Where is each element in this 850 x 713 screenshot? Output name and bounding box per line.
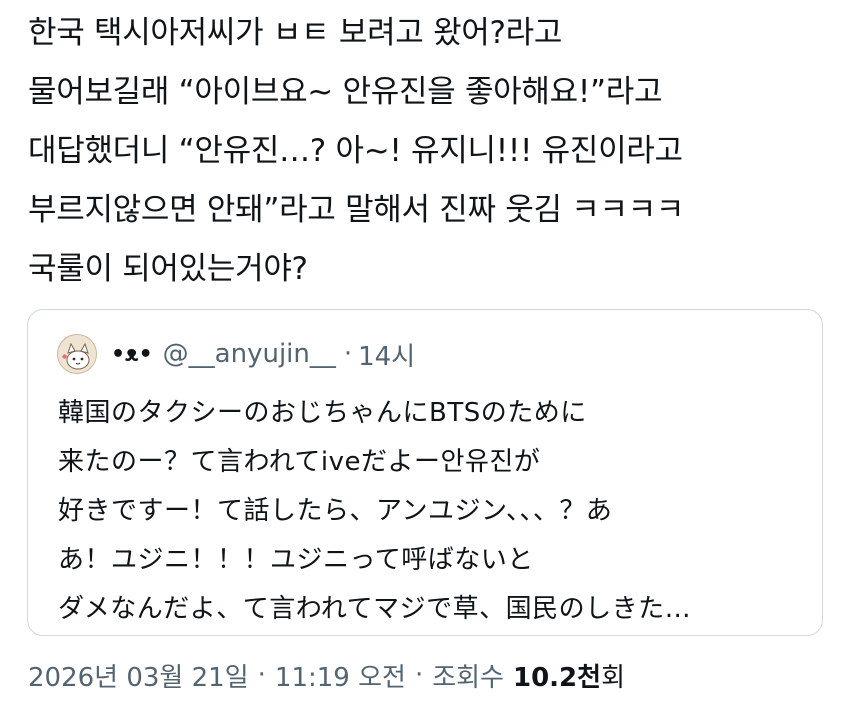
views-unit: 회 [601, 662, 625, 693]
quoted-text-line: あ！ユジニ！！！ユジニって呼ばないと [58, 545, 534, 575]
avatar-image [58, 335, 96, 373]
quoted-text-line: 韓国のタクシーのおじちゃんにBTSのために [58, 398, 587, 428]
tweet-text-line: 한국 택시아저씨가 ㅂㅌ 보려고 왔어?라고 [28, 15, 563, 51]
views-count: 10.2천 [512, 662, 602, 693]
meta-separator: · [414, 660, 424, 690]
quoted-timestamp[interactable]: 14시 [358, 336, 415, 373]
avatar[interactable] [57, 334, 97, 374]
tweet-time[interactable]: 11:19 오전 [275, 657, 406, 694]
tweet-text-line: 부르지않으면 안돼”라고 말해서 진짜 웃김 ㅋㅋㅋㅋ [28, 192, 685, 228]
meta-separator: · [257, 660, 266, 690]
tweet-text: 한국 택시아저씨가 ㅂㅌ 보려고 왔어?라고 물어보길래 “아이브요~ 안유진을… [28, 4, 828, 299]
quoted-tweet-text: 韓国のタクシーのおじちゃんにBTSのために 来たのー？て言われてiveだよー안유… [58, 389, 808, 634]
tweet-text-line: 대답했더니 “안유진…? 아~! 유지니!!! 유진이라고 [28, 133, 683, 169]
quoted-handle[interactable]: @__anyujin__ [163, 339, 336, 369]
quoted-tweet-card[interactable]: •ᴥ• @__anyujin__ · 14시 韓国のタクシーのおじちゃんにBTS… [27, 309, 823, 636]
quoted-text-line: 来たのー？て言われてiveだよー안유진が [58, 447, 541, 477]
quoted-tweet-header: •ᴥ• @__anyujin__ · 14시 [57, 332, 415, 376]
tweet-date[interactable]: 2026년 03월 21일 [28, 657, 249, 694]
quoted-text-line: 好きですー！て話したら、アンユジン、、、？あ [58, 496, 613, 526]
tweet-text-line: 국룰이 되어있는거야? [28, 251, 308, 287]
header-separator: · [343, 339, 353, 369]
views-label: 조회수 [432, 662, 504, 693]
quoted-display-name[interactable]: •ᴥ• [111, 341, 153, 367]
tweet-text-line: 물어보길래 “아이브요~ 안유진을 좋아해요!”라고 [28, 74, 663, 110]
quoted-text-line: ダメなんだよ、て言われてマジで草、国民のしきた… [58, 594, 692, 624]
tweet-meta-row: 2026년 03월 21일 · 11:19 오전 · 조회수 10.2천 회 [28, 655, 625, 695]
